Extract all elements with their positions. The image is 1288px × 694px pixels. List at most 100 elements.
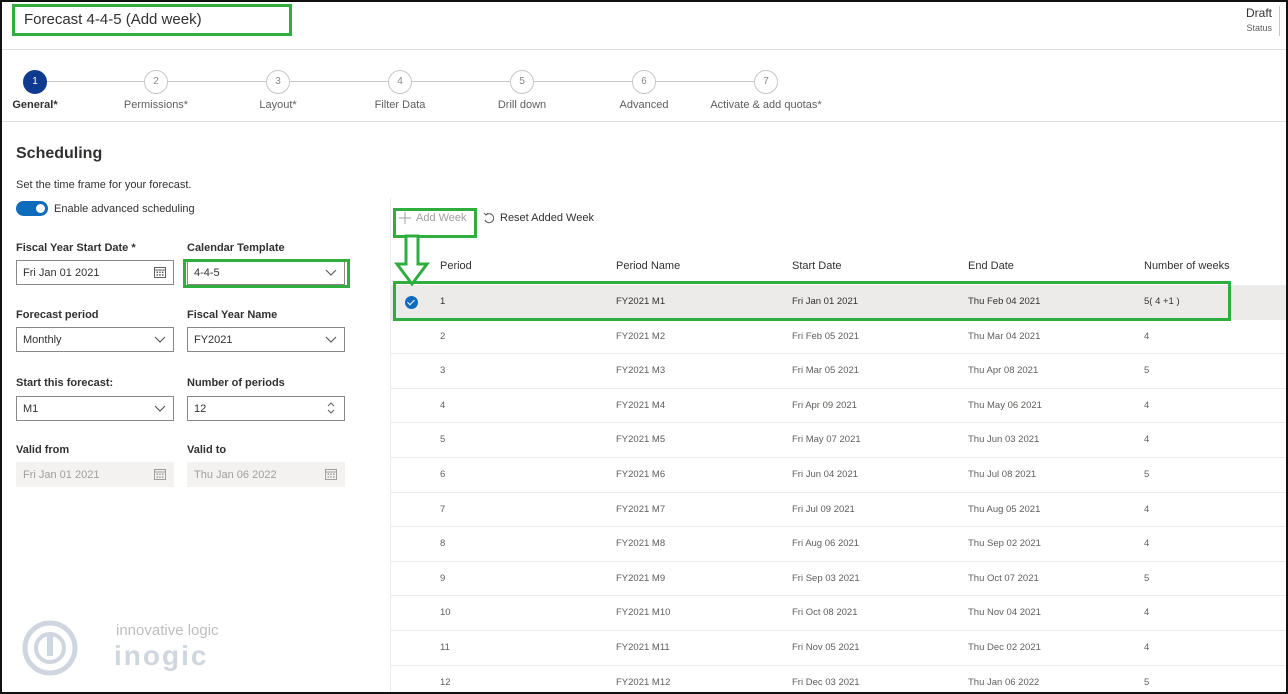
forecast-period-label: Forecast period [16,309,99,321]
step-number: 2 [144,70,168,94]
table-cell: FY2021 M9 [616,572,666,584]
company-logo: innovative logic inogic [22,620,222,678]
table-cell: Fri Jul 09 2021 [792,503,855,515]
table-cell: 4 [1144,434,1150,446]
table-row[interactable]: 4 FY2021 M4 Fri Apr 09 2021 Thu May 06 2021… [391,389,1286,424]
table-cell: 4 [1144,607,1150,619]
forecast-period-select[interactable]: Monthly [16,327,174,352]
table-cell: Fri Aug 06 2021 [792,538,860,550]
step-number: 6 [632,70,656,94]
table-row[interactable]: 2 FY2021 M2 Fri Feb 05 2021 Thu Mar 04 2021… [391,320,1286,355]
column-header-number-of-weeks[interactable]: Number of weeks [1144,260,1230,272]
step-label: Filter Data [374,99,426,111]
table-cell: Fri Sep 03 2021 [792,572,860,584]
table-cell: Thu Sep 02 2021 [968,538,1041,550]
step-label: General* [12,99,58,111]
grid-header: Period Period Name Start Date End Date N… [391,250,1286,282]
calendar-template-label: Calendar Template [187,242,285,254]
table-cell: 12 [440,676,451,688]
spinner-icon[interactable] [325,401,337,415]
logo-mark-icon [22,620,78,676]
table-cell: 4 [1144,503,1150,515]
table-cell: Fri Oct 08 2021 [792,607,858,619]
status-value: Draft [1245,6,1272,20]
table-cell: 5 [1144,365,1150,377]
step-advanced[interactable]: 6 Advanced [584,70,704,111]
status-block: Draft Status [1246,6,1272,33]
wizard-stepper: 1 General* 2 Permissions* 3 Layout* 4 Fi… [2,50,1286,122]
reset-added-week-button[interactable]: Reset Added Week [483,212,594,224]
table-cell: 2 [440,330,446,342]
fiscal-year-name-select[interactable]: FY2021 [187,327,345,352]
table-cell: FY2021 M7 [616,503,666,515]
table-cell: 5 [1144,572,1150,584]
table-row[interactable]: 6 FY2021 M6 Fri Jun 04 2021 Thu Jul 08 2021… [391,458,1286,493]
step-label: Drill down [497,99,547,111]
table-cell: FY2021 M5 [616,434,666,446]
step-filter-data[interactable]: 4 Filter Data [340,70,460,111]
fiscal-start-date-field[interactable]: Fri Jan 01 2021 [16,260,174,285]
table-cell: 4 [1144,642,1150,653]
table-cell: FY2021 M8 [616,538,666,550]
table-row[interactable]: 9 FY2021 M9 Fri Sep 03 2021 Thu Oct 07 2021… [391,562,1286,597]
chevron-down-icon [154,405,166,412]
table-cell: 6 [440,469,446,480]
step-layout[interactable]: 3 Layout* [218,70,338,111]
valid-to-value: Thu Jan 06 2022 [194,469,277,481]
table-cell: FY2021 M2 [616,330,666,342]
table-cell: Fri Dec 03 2021 [792,676,860,688]
valid-to-label: Valid to [187,444,227,456]
table-cell: 7 [440,503,446,515]
logo-brand: inogic [114,640,209,671]
valid-from-field: Fri Jan 01 2021 [16,462,174,487]
chevron-down-icon [154,336,166,343]
step-general[interactable]: 1 General* [2,70,95,111]
scheduling-subtitle: Set the time frame for your forecast. [16,179,192,191]
number-of-periods-input[interactable]: 12 [187,396,345,421]
undo-icon [483,212,495,224]
column-header-period-name[interactable]: Period Name [616,260,680,272]
step-drill-down[interactable]: 5 Drill down [462,70,582,111]
table-cell: FY2021 M3 [616,365,666,377]
table-cell: Thu Dec 02 2021 [968,642,1041,653]
table-cell: Thu Mar 04 2021 [968,330,1041,342]
fiscal-year-name-label: Fiscal Year Name [187,309,278,321]
column-header-start-date[interactable]: Start Date [792,260,842,272]
step-permissions[interactable]: 2 Permissions* [96,70,216,111]
table-cell: Fri Apr 09 2021 [792,399,857,411]
step-number: 4 [388,70,412,94]
table-cell: Fri Jun 04 2021 [792,469,859,480]
forecast-title[interactable]: Forecast 4-4-5 (Add week) [12,4,292,36]
table-cell: Thu Nov 04 2021 [968,607,1041,619]
step-number: 5 [510,70,534,94]
column-header-end-date[interactable]: End Date [968,260,1014,272]
fiscal-start-value: Fri Jan 01 2021 [23,267,100,279]
table-cell: 4 [1144,538,1150,550]
calendar-template-highlight [183,259,350,288]
table-row[interactable]: 7 FY2021 M7 Fri Jul 09 2021 Thu Aug 05 2021… [391,493,1286,528]
table-cell: Thu May 06 2021 [968,399,1042,411]
step-label: Advanced [619,99,669,111]
number-of-periods-value: 12 [194,403,207,415]
table-cell: 8 [440,538,446,550]
table-cell: FY2021 M12 [616,676,671,688]
table-row[interactable]: 12 FY2021 M12 Fri Dec 03 2021 Thu Jan 06 20… [391,666,1286,692]
step-activate[interactable]: 7 Activate & add quotas* [706,70,826,111]
step-number: 7 [754,70,778,94]
table-row[interactable]: 8 FY2021 M8 Fri Aug 06 2021 Thu Sep 02 2021… [391,527,1286,562]
table-row[interactable]: 5 FY2021 M5 Fri May 07 2021 Thu Jun 03 2021… [391,423,1286,458]
column-header-period[interactable]: Period [440,260,472,272]
selected-row-highlight [393,281,1231,321]
step-number: 1 [23,70,47,94]
calendar-icon[interactable] [154,266,166,278]
table-cell: 3 [440,365,446,377]
valid-to-field: Thu Jan 06 2022 [187,462,345,487]
advanced-scheduling-toggle[interactable] [16,201,48,216]
table-cell: FY2021 M6 [616,469,666,480]
table-cell: Thu Aug 05 2021 [968,503,1041,515]
table-row[interactable]: 3 FY2021 M3 Fri Mar 05 2021 Thu Apr 08 2021… [391,354,1286,389]
table-row[interactable]: 11 FY2021 M11 Fri Nov 05 2021 Thu Dec 02 20… [391,631,1286,666]
start-forecast-select[interactable]: M1 [16,396,174,421]
table-row[interactable]: 10 FY2021 M10 Fri Oct 08 2021 Thu Nov 04 20… [391,596,1286,631]
scheduling-heading: Scheduling [16,145,103,162]
